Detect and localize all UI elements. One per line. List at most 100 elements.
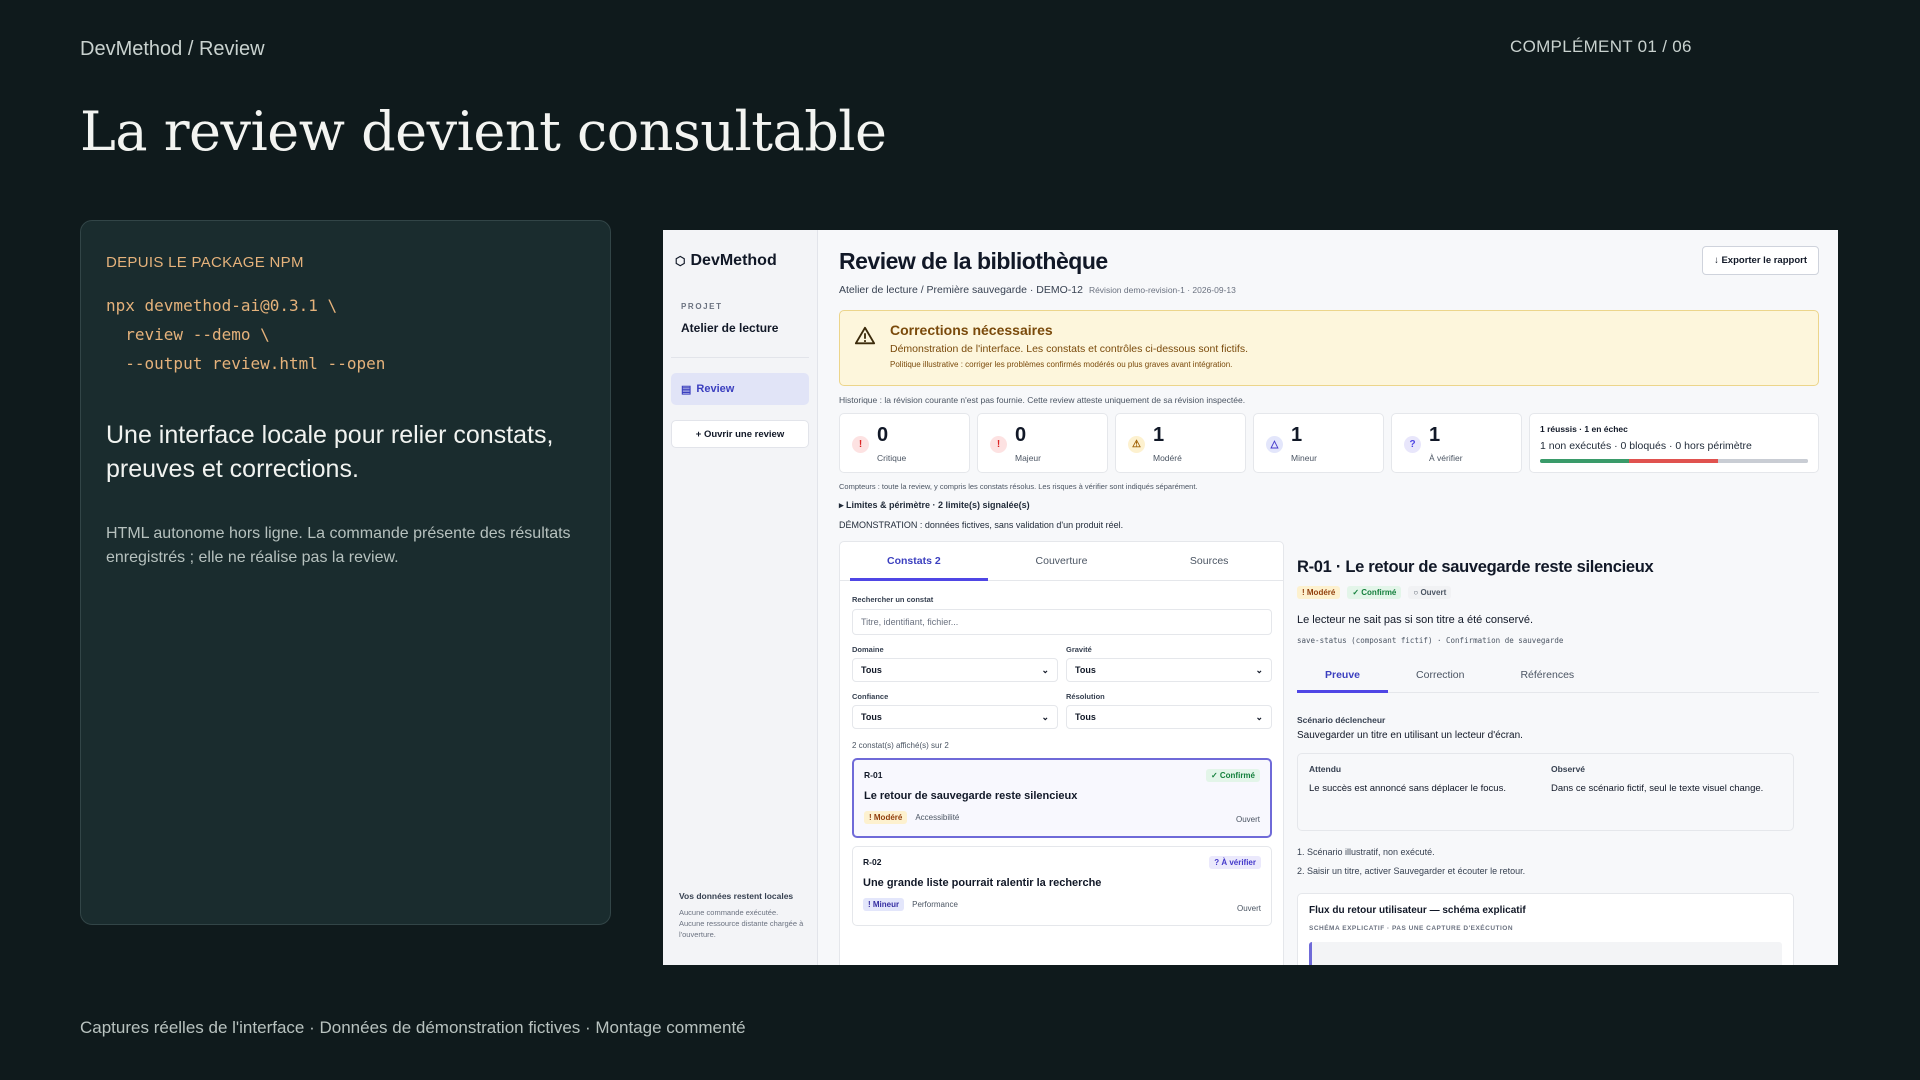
brand: ⬡ DevMethod (671, 252, 809, 270)
tab-findings[interactable]: Constats 2 (840, 542, 988, 581)
export-report-button[interactable]: ↓ Exporter le rapport (1702, 246, 1819, 275)
flow-code-block (1309, 942, 1782, 965)
flow-diagram-card: Flux du retour utilisateur — schéma expl… (1297, 893, 1794, 965)
search-input[interactable]: Titre, identifiant, fichier... (852, 609, 1272, 635)
detail-tags: ! Modéré ✓ Confirmé ○ Ouvert (1297, 586, 1452, 599)
filter-resolution: Résolution Tous ⌄ (1066, 682, 1272, 729)
finding-card[interactable]: R-02 ? À vérifier Une grande liste pourr… (852, 846, 1272, 926)
command-code: npx devmethod-ai@0.3.1 \ review --demo \… (106, 291, 585, 378)
alert-circle-icon: ! (990, 436, 1007, 453)
slide-breadcrumb: DevMethod / Review (80, 38, 265, 60)
flow-subtitle: SCHÉMA EXPLICATIF · PAS UNE CAPTURE D'EX… (1309, 925, 1514, 932)
page-meta: Atelier de lecture / Première sauvegarde… (839, 284, 1236, 296)
tab-proof[interactable]: Preuve (1297, 657, 1389, 693)
select-value: Tous (1075, 712, 1096, 722)
filter-grid: Domaine Tous ⌄ Gravité Tous ⌄ Confiance To… (852, 635, 1272, 729)
domain-tag: Performance (912, 900, 958, 909)
filter-label: Domaine (852, 645, 884, 654)
finding-detail: R-01 · Le retour de sauvegarde reste sil… (1297, 541, 1819, 965)
tests-bar-segment (1629, 459, 1719, 463)
detail-title: R-01 · Le retour de sauvegarde reste sil… (1297, 558, 1654, 576)
select-value: Tous (861, 665, 882, 675)
counters-note: Compteurs : toute la review, y compris l… (839, 482, 1198, 491)
scenario-text: Sauvegarder un titre en utilisant un lec… (1297, 730, 1523, 741)
expected-label: Attendu (1309, 764, 1342, 774)
status-tag: ○ Ouvert (1408, 586, 1452, 599)
chevron-down-icon: ⌄ (1041, 711, 1049, 722)
finding-status: Ouvert (1236, 904, 1261, 913)
step-item: 2. Saisir un titre, activer Sauvegarder … (1297, 866, 1526, 876)
page-title: Review de la bibliothèque (839, 248, 1108, 274)
brand-label: DevMethod (690, 252, 777, 269)
local-data-text: Aucune commande exécutée. Aucune ressour… (679, 908, 804, 939)
code-line: npx devmethod-ai@0.3.1 \ (106, 296, 338, 315)
finding-tags: ! Mineur Performance (863, 898, 1261, 911)
stat-to-verify: ? 1 À vérifier (1391, 413, 1522, 473)
steps-list: 1. Scénario illustratif, non exécuté. 2.… (1297, 843, 1525, 881)
tab-correction[interactable]: Correction (1388, 657, 1492, 692)
tests-bar-segment (1718, 459, 1808, 463)
observed-text: Dans ce scénario fictif, seul le texte v… (1551, 783, 1764, 794)
tests-detail: 1 non exécutés · 0 bloqués · 0 hors péri… (1540, 440, 1752, 452)
filters: Rechercher un constat Titre, identifiant… (840, 595, 1283, 926)
sidebar-item-label: Review (696, 383, 735, 395)
history-note: Historique : la révision courante n'est … (839, 395, 1246, 405)
tests-summary: 1 réussis · 1 en échec 1 non exécutés · … (1529, 413, 1819, 473)
findings-tabs: Constats 2 Couverture Sources (840, 542, 1283, 581)
stat-label: Majeur (1015, 453, 1041, 463)
meta-path: Atelier de lecture / Première sauvegarde… (839, 284, 1083, 296)
stat-value: 1 (1153, 424, 1165, 446)
finding-title: Le retour de sauvegarde reste silencieux (864, 790, 1078, 802)
stat-critical: ! 0 Critique (839, 413, 970, 473)
slide-counter: COMPLÉMENT 01 / 06 (1510, 37, 1692, 56)
code-line: --output review.html --open (106, 354, 386, 373)
corrections-alert: Corrections nécessaires Démonstration de… (839, 310, 1819, 386)
finding-tags: ! Modéré Accessibilité (864, 811, 1260, 824)
detail-code: save-status (composant fictif) · Confirm… (1297, 636, 1564, 645)
confirmed-badge: ✓ Confirmé (1205, 769, 1260, 782)
alert-policy: Politique illustrative : corriger les pr… (890, 360, 1233, 369)
open-review-button[interactable]: + Ouvrir une review (671, 420, 809, 448)
finding-card[interactable]: R-01 ✓ Confirmé Le retour de sauvegarde … (852, 758, 1272, 838)
to-verify-badge: ? À vérifier (1209, 856, 1261, 869)
finding-status: Ouvert (1235, 815, 1260, 824)
warning-triangle-icon: ⚠ (1128, 436, 1145, 453)
sidebar-item-review[interactable]: ▤ Review (671, 373, 809, 405)
limits-toggle[interactable]: ▸ Limites & périmètre · 2 limite(s) sign… (839, 500, 1030, 511)
tab-coverage[interactable]: Couverture (988, 542, 1136, 580)
slide-title: La review devient consultable (80, 100, 887, 163)
severity-tag: ! Modéré (1297, 586, 1341, 599)
finding-id: R-02 (863, 857, 882, 867)
tests-progress-bar (1540, 459, 1808, 463)
local-data-note: Vos données restent locales Aucune comma… (679, 891, 804, 940)
detail-description: Le lecteur ne sait pas si son titre a ét… (1297, 614, 1534, 626)
severity-tag: ! Mineur (863, 898, 905, 911)
scenario-label: Scénario déclencheur (1297, 715, 1386, 725)
tab-references[interactable]: Références (1492, 657, 1602, 692)
filter-label: Confiance (852, 692, 889, 701)
select-value: Tous (861, 712, 882, 722)
resolution-select[interactable]: Tous ⌄ (1066, 705, 1272, 729)
stat-label: Modéré (1153, 453, 1182, 463)
sidebar: ⬡ DevMethod PROJET Atelier de lecture ▤ … (663, 230, 818, 965)
project-name: Atelier de lecture (671, 321, 809, 358)
select-value: Tous (1075, 665, 1096, 675)
stat-moderate: ⚠ 1 Modéré (1115, 413, 1246, 473)
list-icon: ▤ (681, 383, 692, 396)
stat-label: Mineur (1291, 453, 1317, 463)
observed-label: Observé (1551, 764, 1586, 774)
severity-select[interactable]: Tous ⌄ (1066, 658, 1272, 682)
main-content: Review de la bibliothèque ↓ Exporter le … (839, 230, 1819, 965)
domain-select[interactable]: Tous ⌄ (852, 658, 1058, 682)
stat-label: À vérifier (1429, 453, 1463, 463)
project-label: PROJET (681, 302, 723, 311)
tests-title: 1 réussis · 1 en échec (1540, 424, 1628, 434)
command-kicker: DEPUIS LE PACKAGE NPM (106, 254, 304, 271)
confidence-select[interactable]: Tous ⌄ (852, 705, 1058, 729)
tab-sources[interactable]: Sources (1135, 542, 1283, 580)
code-line: review --demo \ (106, 325, 270, 344)
info-triangle-icon: △ (1266, 436, 1283, 453)
stat-value: 1 (1429, 424, 1441, 446)
filter-confidence: Confiance Tous ⌄ (852, 682, 1058, 729)
step-item: 1. Scénario illustratif, non exécuté. (1297, 847, 1435, 857)
